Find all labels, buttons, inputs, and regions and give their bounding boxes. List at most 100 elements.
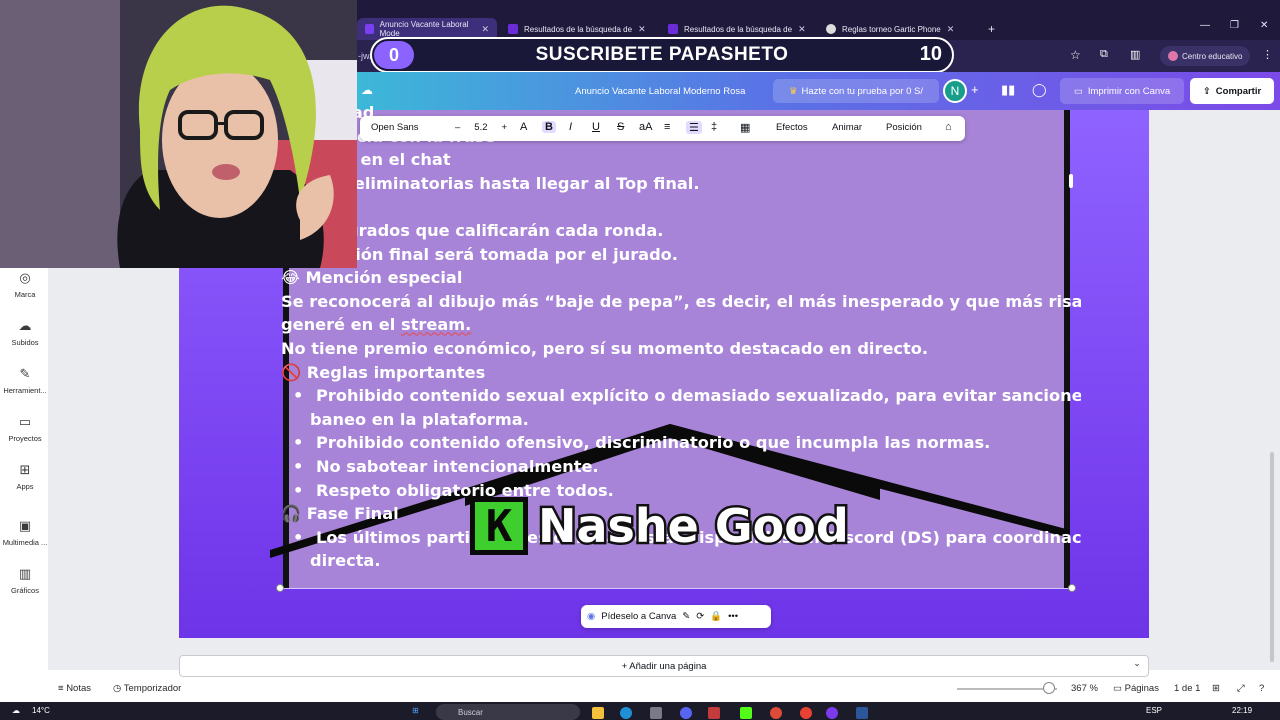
- resize-handle[interactable]: [276, 584, 284, 592]
- zoom-slider-handle[interactable]: [1043, 682, 1055, 694]
- discord-icon[interactable]: [680, 707, 692, 719]
- close-icon[interactable]: ✕: [638, 24, 646, 35]
- bullet-list-icon[interactable]: ☰: [686, 121, 702, 134]
- ask-canva-bar[interactable]: ◉ Pídeselo a Canva ✎ ⟳ 🔒 •••: [581, 605, 771, 628]
- sub-count-left: 0: [374, 41, 414, 69]
- kick-icon[interactable]: [740, 707, 752, 719]
- add-page-button[interactable]: + Añadir una página: [179, 655, 1149, 677]
- font-size-value[interactable]: 5.2: [474, 122, 487, 133]
- align-icon[interactable]: ≡: [664, 121, 670, 133]
- zoom-slider[interactable]: [957, 688, 1057, 690]
- canva-ai-icon: ◉: [587, 611, 596, 622]
- sidebar-item-marca[interactable]: ◎ Marca: [0, 270, 50, 299]
- help-icon[interactable]: ?: [1259, 683, 1264, 694]
- sidebar-item-multimedia[interactable]: ▣ Multimedia ...: [0, 518, 50, 547]
- resize-handle-side[interactable]: [1069, 174, 1073, 188]
- text-color-icon[interactable]: A: [520, 121, 527, 133]
- weather-temp[interactable]: 14°C: [32, 706, 50, 715]
- chrome-icon[interactable]: [770, 707, 782, 719]
- comment-icon[interactable]: ◯: [1032, 82, 1047, 98]
- canva-icon[interactable]: [826, 707, 838, 719]
- rule-bullet: Prohibido contenido sexual explícito o d…: [281, 384, 1081, 408]
- text-line: Jurado: [281, 195, 1081, 219]
- bold-icon[interactable]: B: [542, 121, 556, 133]
- notes-button[interactable]: ≡ Notas: [58, 683, 91, 694]
- close-icon[interactable]: ✕: [798, 24, 806, 35]
- text-line: generé en el stream.: [281, 315, 472, 335]
- animate-button[interactable]: Animar: [832, 122, 862, 133]
- sidebar-item-graficos[interactable]: ▥ Gráficos: [0, 566, 50, 595]
- text-line: La decisión final será tomada por el jur…: [281, 244, 678, 264]
- language-indicator[interactable]: ESP: [1146, 706, 1162, 715]
- profile-button[interactable]: Centro educativo: [1160, 46, 1251, 66]
- sidebar-item-herramientas[interactable]: ✎ Herramient...: [0, 366, 50, 395]
- store-icon[interactable]: [650, 707, 662, 719]
- timer-button[interactable]: ◷ Temporizador: [113, 683, 181, 694]
- sidebar-item-subidos[interactable]: ☁ Subidos: [0, 318, 50, 347]
- share-button[interactable]: ⇪ Compartir: [1190, 78, 1274, 104]
- zoom-level[interactable]: 367 %: [1071, 683, 1098, 694]
- italic-icon[interactable]: I: [569, 121, 572, 133]
- text-line: Impacto en el chat: [281, 150, 451, 170]
- add-collaborator-icon[interactable]: +: [971, 82, 979, 97]
- increase-size-button[interactable]: +: [502, 122, 508, 133]
- text-line: No tiene premio económico, pero sí su mo…: [281, 338, 929, 358]
- letter-case-icon[interactable]: aA: [639, 121, 652, 133]
- lock-icon[interactable]: 🔒: [710, 611, 722, 622]
- windows-start-icon[interactable]: ⊞: [412, 706, 419, 715]
- clock[interactable]: 22:19: [1232, 706, 1252, 715]
- close-icon[interactable]: ✕: [947, 24, 955, 35]
- text-format-toolbar: Open Sans – 5.2 + A B I U S aA ≡ ☰ ‡ ▦ E…: [360, 116, 965, 141]
- font-size-stepper[interactable]: – 5.2 +: [455, 122, 507, 133]
- truck-icon: ▭: [1073, 85, 1083, 97]
- menu-dots-icon[interactable]: ⋮: [1262, 48, 1273, 61]
- left-sidebar: ◎ Marca ☁ Subidos ✎ Herramient... ▭ Proy…: [0, 268, 48, 668]
- close-window-icon[interactable]: ✕: [1260, 20, 1268, 31]
- file-explorer-icon[interactable]: [592, 707, 604, 719]
- underline-icon[interactable]: U: [592, 121, 600, 133]
- fullscreen-icon[interactable]: ⤢: [1237, 683, 1245, 694]
- avatar[interactable]: N: [943, 79, 967, 103]
- chatgpt-favicon-icon: [826, 24, 836, 34]
- webcam-overlay: [0, 0, 357, 268]
- edge-icon[interactable]: [620, 707, 632, 719]
- grid-view-icon[interactable]: ⊞: [1212, 683, 1220, 694]
- tab-label: Resultados de la búsqueda de: [684, 24, 793, 34]
- minimize-icon[interactable]: —: [1200, 20, 1210, 31]
- nashe-good-sticker: K Nashe Good: [470, 496, 851, 556]
- refresh-icon[interactable]: ⟳: [696, 611, 704, 622]
- more-options-icon[interactable]: •••: [728, 611, 738, 622]
- resize-handle[interactable]: [1068, 584, 1076, 592]
- chevron-down-icon[interactable]: ⌄: [1127, 658, 1147, 674]
- taskbar-search[interactable]: Buscar: [436, 704, 580, 720]
- subscribe-banner-text: SUSCRIBETE PAPASHETO: [535, 44, 789, 65]
- transparency-icon[interactable]: ▦: [740, 121, 750, 134]
- scrollbar[interactable]: [1270, 452, 1274, 662]
- document-title[interactable]: Anuncio Vacante Laboral Moderno Rosa: [575, 86, 745, 97]
- analytics-icon[interactable]: ▮▮: [1001, 82, 1015, 98]
- maximize-icon[interactable]: ❐: [1230, 20, 1239, 31]
- apps-grid-icon: ⊞: [19, 462, 31, 477]
- word-icon[interactable]: [856, 707, 868, 719]
- split-screen-icon[interactable]: ▥: [1130, 48, 1140, 61]
- sub-count-right: 10: [919, 43, 942, 65]
- spacing-icon[interactable]: ‡: [711, 121, 717, 133]
- trial-button[interactable]: ♛ Hazte con tu prueba por 0 S/: [773, 79, 939, 103]
- effects-button[interactable]: Efectos: [776, 122, 808, 133]
- magic-edit-icon[interactable]: ✎: [682, 611, 690, 622]
- strikethrough-icon[interactable]: S: [617, 121, 624, 133]
- close-icon[interactable]: ✕: [481, 24, 489, 35]
- new-tab-button[interactable]: +: [980, 18, 1000, 40]
- decrease-size-button[interactable]: –: [455, 122, 460, 133]
- star-icon[interactable]: ☆: [1070, 48, 1081, 62]
- app-icon[interactable]: [708, 707, 720, 719]
- chrome-profile-icon[interactable]: [800, 707, 812, 719]
- cloud-sync-icon[interactable]: ☁: [361, 83, 373, 97]
- position-button[interactable]: Posición: [886, 122, 922, 133]
- extensions-icon[interactable]: ⧉: [1100, 48, 1108, 61]
- sidebar-item-proyectos[interactable]: ▭ Proyectos: [0, 414, 50, 443]
- sidebar-item-apps[interactable]: ⊞ Apps: [0, 462, 50, 491]
- font-family-select[interactable]: Open Sans: [371, 122, 419, 133]
- pages-button[interactable]: ▭ Páginas: [1113, 683, 1159, 694]
- paint-format-icon[interactable]: ⌂: [945, 121, 952, 133]
